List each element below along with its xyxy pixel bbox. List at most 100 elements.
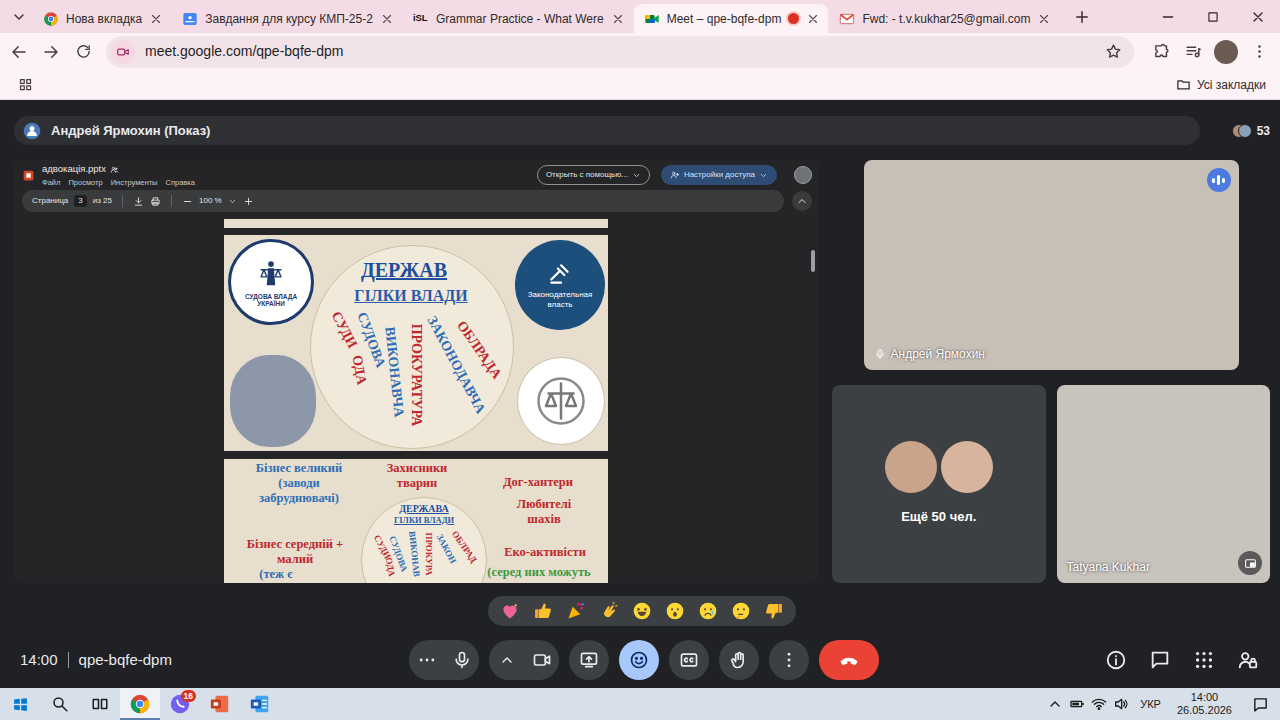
thumbs-up-icon[interactable] [533,601,553,621]
close-icon[interactable] [806,12,820,26]
page-field[interactable]: 3 [74,195,86,207]
branch-label: ПРОКУРА [424,532,433,575]
branch-label: ОДА [384,557,396,578]
activities-button[interactable] [1184,640,1224,680]
address-bar[interactable]: meet.google.com/qpe-bqfe-dpm [106,36,1134,68]
forward-button[interactable] [36,37,66,67]
profile-avatar[interactable] [1214,40,1238,64]
mic-button[interactable] [444,640,479,680]
tab-search-button[interactable] [5,3,33,31]
open-with-button[interactable]: Открыть с помощью... [537,165,650,185]
menu-button[interactable] [1244,37,1274,67]
viber-taskbar-button[interactable]: 16 [160,688,200,720]
tile-options-button[interactable] [1238,551,1262,575]
captions-button[interactable] [669,640,709,680]
notifications-button[interactable] [1240,696,1280,713]
print-icon[interactable] [150,196,161,207]
menu-item[interactable]: Инструменты [111,177,158,188]
minimize-button[interactable] [1145,0,1190,33]
clock[interactable]: 14:0026.05.2026 [1169,691,1240,717]
participant-tile[interactable]: Андрей Ярмохин [864,160,1239,370]
camera-options-button[interactable] [489,640,524,680]
menu-item[interactable]: Справка [165,177,194,188]
more-button[interactable] [409,640,444,680]
bookmark-star-icon[interactable] [1105,43,1122,60]
download-icon[interactable] [133,196,144,207]
options-button[interactable] [769,640,809,680]
close-icon[interactable] [380,12,394,26]
reactions-icon [629,650,649,670]
hand-button[interactable] [719,640,759,680]
address-text[interactable]: meet.google.com/qpe-bqfe-dpm [145,41,1095,62]
participants-button[interactable]: 53 [1214,116,1270,145]
media-button[interactable] [1178,37,1208,67]
word-taskbar-button[interactable] [240,688,280,720]
camera-button[interactable] [524,640,559,680]
task-view-button[interactable] [80,688,120,720]
close-icon[interactable] [611,12,625,26]
maximize-button[interactable] [1190,0,1235,33]
sad-icon[interactable] [698,601,718,621]
scrollbar-thumb[interactable] [811,250,815,272]
judiciary-logo: СУДОВА ВЛАДА УКРАЇНИ [228,239,314,325]
browser-tab[interactable]: iSLGrammar Practice - What Were [403,4,633,33]
chrome-taskbar-button[interactable] [120,688,160,720]
chevron-down-icon[interactable] [228,197,237,206]
browser-tab[interactable]: Meet – qpe-bqfe-dpm [634,4,829,33]
browser-tab[interactable]: Fwd: - t.v.kukhar25@gmail.com [829,4,1059,33]
participant-count[interactable]: 53 [1257,122,1270,140]
collapse-button[interactable] [792,191,812,211]
close-icon[interactable] [149,12,163,26]
start-button[interactable] [0,688,40,720]
chevron-down-icon [759,171,768,180]
site-info-button[interactable] [111,40,135,64]
zoom-in-icon[interactable] [243,196,254,207]
share-settings-button[interactable]: Настройки доступа [661,165,777,185]
all-bookmarks-button[interactable]: Усі закладки [1176,76,1266,94]
host-button[interactable] [1228,640,1268,680]
participant-label: Андрей Ярмохин [874,345,985,363]
open-with-label[interactable]: Открыть с помощью... [546,169,628,181]
thumbs-down-icon[interactable] [764,601,784,621]
all-bookmarks-label[interactable]: Усі закладки [1197,76,1266,94]
laugh-icon[interactable] [632,601,652,621]
extensions-button[interactable] [1146,37,1176,67]
control-group [409,640,479,680]
zoom-level[interactable]: 100 % [199,195,222,207]
menu-item[interactable]: Просмотр [68,177,102,188]
powerpoint-taskbar-button[interactable] [200,688,240,720]
info-button[interactable] [1096,640,1136,680]
menu-item[interactable]: Файл [42,177,60,188]
think-icon[interactable] [731,601,751,621]
present-button[interactable] [569,640,609,680]
reactions-button[interactable] [619,640,659,680]
battery-button[interactable] [1066,696,1088,712]
hangup-button[interactable] [819,640,879,680]
reload-button[interactable] [68,37,98,67]
close-icon[interactable] [1037,12,1051,26]
meeting-code[interactable]: qpe-bqfe-dpm [79,649,172,672]
apps-button[interactable] [10,70,40,100]
language-indicator[interactable]: УКР [1132,696,1169,713]
browser-tab[interactable]: Завдання для курсу КМП-25-2 [172,4,402,33]
heart-icon[interactable] [500,601,520,621]
close-window-button[interactable] [1235,0,1280,33]
viewer-avatar[interactable] [794,166,812,184]
chat-button[interactable] [1140,640,1180,680]
more-participants-tile[interactable]: Ещё 50 чел. [832,385,1046,583]
search-button[interactable] [40,688,80,720]
browser-tab[interactable]: Нова вкладка [33,4,171,33]
new-tab-button[interactable] [1068,3,1096,31]
hidden-icons-button[interactable] [1044,696,1066,712]
participant-tile[interactable]: Tatyana Kukhar [1057,385,1271,583]
logo-caption: СУДОВА ВЛАДА УКРАЇНИ [241,293,301,308]
network-button[interactable] [1088,696,1110,712]
share-label[interactable]: Настройки доступа [684,169,755,181]
volume-button[interactable] [1110,696,1132,712]
back-button[interactable] [4,37,34,67]
wow-icon[interactable] [665,601,685,621]
zoom-out-icon[interactable] [182,196,193,207]
reactions-bar [488,596,796,626]
party-icon[interactable] [566,601,586,621]
clap-icon[interactable] [599,601,619,621]
